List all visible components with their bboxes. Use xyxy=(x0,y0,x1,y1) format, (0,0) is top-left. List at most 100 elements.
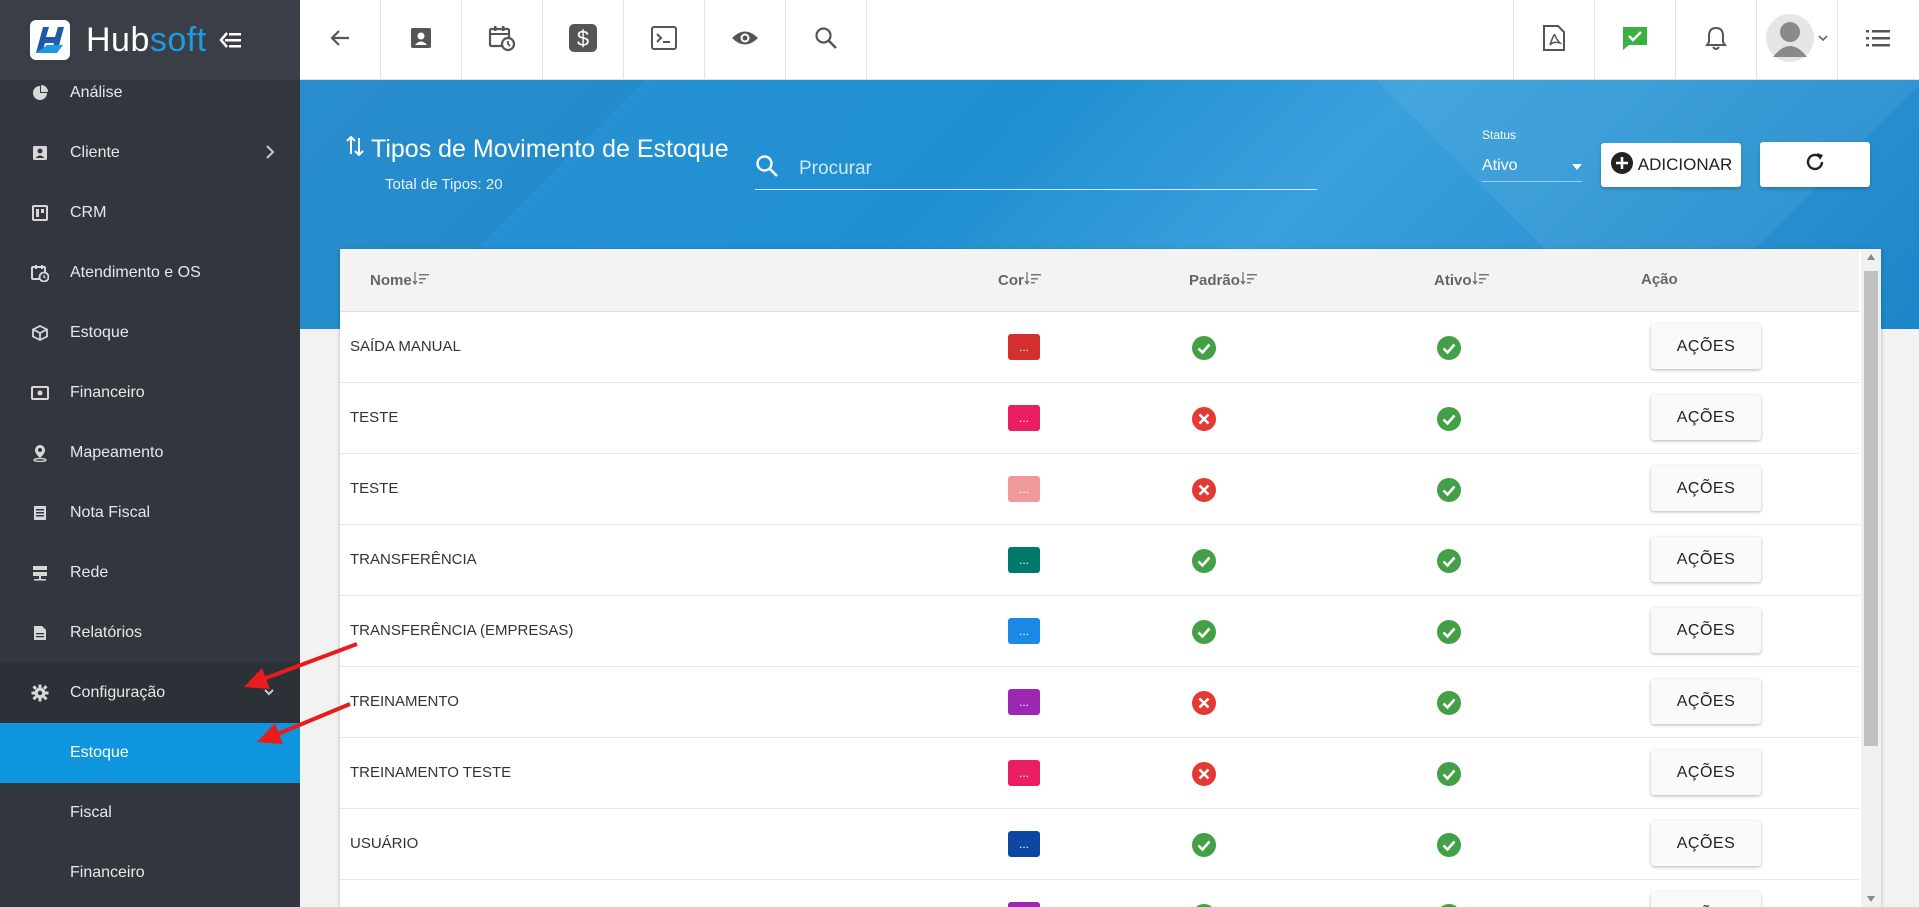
column-header-nome[interactable]: Nome xyxy=(370,271,430,289)
actions-button[interactable]: AÇÕES xyxy=(1651,892,1761,907)
scroll-thumb[interactable] xyxy=(1864,271,1878,746)
add-button[interactable]: ADICIONAR xyxy=(1601,143,1741,187)
sidebar-item-rede[interactable]: Rede xyxy=(0,543,300,603)
calendar-clock-icon xyxy=(30,263,50,283)
actions-button[interactable]: AÇÕES xyxy=(1651,821,1761,866)
table-row: ... AÇÕES xyxy=(340,880,1859,907)
sidebar-item-relatorios[interactable]: Relatórios xyxy=(0,603,300,663)
search-field[interactable] xyxy=(755,148,1317,190)
scroll-up-arrow-icon[interactable] xyxy=(1867,254,1875,260)
eye-icon xyxy=(731,29,759,52)
sidebar-item-financeiro[interactable]: Financeiro xyxy=(0,363,300,423)
money-bill-icon xyxy=(30,383,50,403)
check-circle-icon xyxy=(1437,478,1461,502)
sidebar-item-nota-fiscal[interactable]: Nota Fiscal xyxy=(0,483,300,543)
sidebar-item-configuracao[interactable]: Configuração xyxy=(0,663,300,723)
actions-button[interactable]: AÇÕES xyxy=(1651,608,1761,653)
terminal-icon xyxy=(651,25,677,55)
row-name: TRANSFERÊNCIA xyxy=(350,551,477,568)
row-name: TESTE xyxy=(350,409,399,426)
sort-icon xyxy=(1240,271,1258,289)
check-circle-icon xyxy=(1437,691,1461,715)
check-circle-icon xyxy=(1437,762,1461,786)
table-scrollbar[interactable] xyxy=(1861,249,1881,907)
actions-button[interactable]: AÇÕES xyxy=(1651,537,1761,582)
cross-circle-icon xyxy=(1192,762,1216,786)
sidebar-item-cliente[interactable]: Cliente xyxy=(0,123,300,183)
sort-icon xyxy=(1024,271,1042,289)
list-menu-button[interactable] xyxy=(1837,0,1918,80)
tasks-button[interactable] xyxy=(1594,0,1675,80)
sidebar-item-mapeamento[interactable]: Mapeamento xyxy=(0,423,300,483)
actions-button[interactable]: AÇÕES xyxy=(1651,679,1761,724)
actions-button[interactable]: AÇÕES xyxy=(1651,324,1761,369)
svg-text:$: $ xyxy=(577,26,589,51)
sidebar-item-atendimento[interactable]: Atendimento e OS xyxy=(0,243,300,303)
table-row: TESTE... AÇÕES xyxy=(340,454,1859,525)
pdf-button[interactable] xyxy=(1513,0,1594,80)
row-name: USUÁRIO xyxy=(350,835,419,852)
color-swatch[interactable]: ... xyxy=(1008,902,1040,907)
scroll-down-arrow-icon[interactable] xyxy=(1867,896,1875,902)
table-row: TREINAMENTO TESTE... AÇÕES xyxy=(340,738,1859,809)
brand-name: Hubsoft xyxy=(86,20,207,59)
bell-icon xyxy=(1705,25,1727,56)
notifications-button[interactable] xyxy=(1675,0,1756,80)
cross-circle-icon xyxy=(1192,691,1216,715)
search-input[interactable] xyxy=(799,157,1299,180)
collapse-menu-icon[interactable] xyxy=(219,25,241,56)
actions-button[interactable]: AÇÕES xyxy=(1651,750,1761,795)
sidebar-item-analise[interactable]: Análise xyxy=(0,63,300,123)
refresh-button[interactable] xyxy=(1760,142,1870,187)
actions-button[interactable]: AÇÕES xyxy=(1651,395,1761,440)
color-swatch[interactable]: ... xyxy=(1008,618,1040,644)
map-pin-icon xyxy=(30,443,50,463)
cross-circle-icon xyxy=(1192,407,1216,431)
check-circle-icon xyxy=(1437,407,1461,431)
chevron-down-icon xyxy=(1817,31,1829,49)
color-swatch[interactable]: ... xyxy=(1008,405,1040,431)
search-button[interactable] xyxy=(786,0,867,80)
status-select[interactable]: Ativo xyxy=(1482,150,1582,182)
color-swatch[interactable]: ... xyxy=(1008,760,1040,786)
color-swatch[interactable]: ... xyxy=(1008,547,1040,573)
sidebar-subitem-fiscal[interactable]: Fiscal xyxy=(0,783,300,843)
sidebar-item-crm[interactable]: CRM xyxy=(0,183,300,243)
sidebar-item-estoque[interactable]: Estoque xyxy=(0,303,300,363)
check-circle-icon xyxy=(1437,833,1461,857)
contacts-button[interactable] xyxy=(381,0,462,80)
terminal-button[interactable] xyxy=(624,0,705,80)
pie-chart-icon xyxy=(30,83,50,103)
arrow-left-icon xyxy=(329,27,351,54)
view-button[interactable] xyxy=(705,0,786,80)
color-swatch[interactable]: ... xyxy=(1008,334,1040,360)
hubsoft-logo-icon xyxy=(30,20,70,60)
finance-button[interactable]: $ xyxy=(543,0,624,80)
user-menu-button[interactable] xyxy=(1756,0,1837,80)
avatar xyxy=(1765,13,1815,68)
box-icon xyxy=(30,323,50,343)
check-circle-icon xyxy=(1437,620,1461,644)
column-header-padrao[interactable]: Padrão xyxy=(1189,271,1258,289)
search-icon xyxy=(814,26,838,55)
back-button[interactable] xyxy=(300,0,381,80)
color-swatch[interactable]: ... xyxy=(1008,831,1040,857)
server-icon xyxy=(30,563,50,583)
plus-circle-icon xyxy=(1610,151,1634,180)
sidebar-subitem-financeiro[interactable]: Financeiro xyxy=(0,843,300,903)
actions-button[interactable]: AÇÕES xyxy=(1651,466,1761,511)
column-header-ativo[interactable]: Ativo xyxy=(1434,271,1490,289)
chevron-right-icon xyxy=(264,143,276,166)
table-row: TRANSFERÊNCIA... AÇÕES xyxy=(340,525,1859,596)
schedule-button[interactable] xyxy=(462,0,543,80)
status-label: Status xyxy=(1482,128,1517,142)
color-swatch[interactable]: ... xyxy=(1008,476,1040,502)
check-circle-icon xyxy=(1192,620,1216,644)
sidebar-subitem-estoque[interactable]: Estoque xyxy=(0,723,300,783)
refresh-icon xyxy=(1804,151,1826,178)
column-header-acao: Ação xyxy=(1641,271,1678,288)
contact-card-icon xyxy=(409,26,433,55)
column-header-cor[interactable]: Cor xyxy=(998,271,1042,289)
table-row: USUÁRIO... AÇÕES xyxy=(340,809,1859,880)
color-swatch[interactable]: ... xyxy=(1008,689,1040,715)
